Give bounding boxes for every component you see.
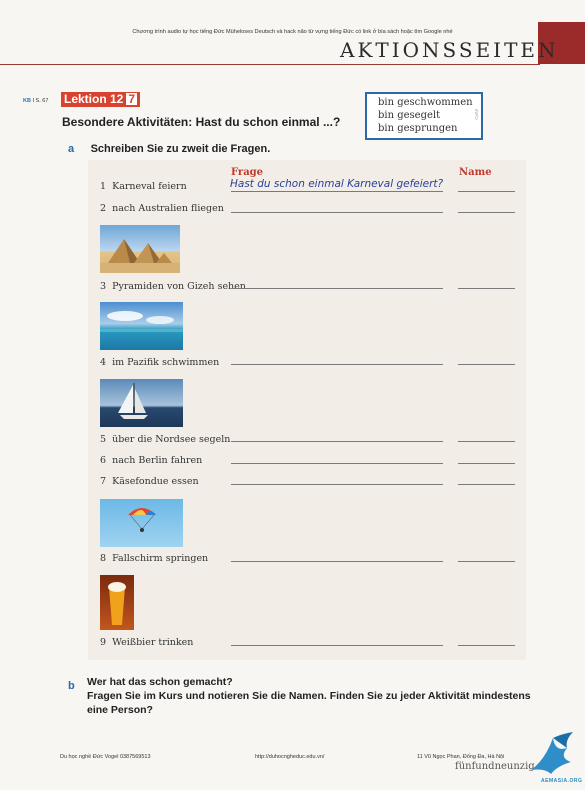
lesson-badge: Lektion 12 7 bbox=[61, 92, 141, 107]
footer-address: 11 Vũ Ngọc Phan, Đống Đa, Hà Nội bbox=[417, 754, 505, 760]
column-name: Name bbox=[459, 167, 492, 178]
lesson-label: Lektion 12 bbox=[64, 92, 124, 106]
frage-line[interactable] bbox=[231, 288, 443, 289]
section-a-instruction: Schreiben Sie zu zweit die Fragen. bbox=[90, 143, 271, 155]
frage-line[interactable] bbox=[231, 364, 443, 365]
section-b-letter: b bbox=[68, 680, 75, 692]
row-label-7: 7 Käsefondue essen bbox=[100, 476, 199, 487]
sailing-photo bbox=[100, 379, 183, 427]
info-side-label: INFO bbox=[474, 109, 479, 120]
section-b-question: Wer hat das schon gemacht? bbox=[87, 676, 233, 688]
column-frage: Frage bbox=[231, 167, 264, 178]
top-note: Chương trình audio tự học tiếng Đức Mühe… bbox=[132, 29, 453, 35]
name-line[interactable] bbox=[458, 288, 515, 289]
page-number-word: fünfundneunzig bbox=[455, 761, 535, 772]
section-b-instruction-1: Fragen Sie im Kurs und notieren Sie die … bbox=[87, 690, 531, 702]
info-box: bin geschwommen bin gesegelt bin gesprun… bbox=[365, 92, 483, 140]
weissbier-photo bbox=[100, 575, 134, 630]
info-line: bin gesegelt bbox=[378, 110, 441, 121]
lesson-number: 7 bbox=[126, 92, 138, 106]
frage-line[interactable] bbox=[231, 463, 443, 464]
section-b: b bbox=[68, 676, 75, 694]
name-line[interactable] bbox=[458, 561, 515, 562]
frage-line[interactable] bbox=[231, 645, 443, 646]
name-line[interactable] bbox=[458, 441, 515, 442]
site-logo-text: AEMASIA.ORG bbox=[541, 778, 583, 784]
row-label-9: 9 Weißbier trinken bbox=[100, 637, 194, 648]
section-b-instruction-2: eine Person? bbox=[87, 704, 153, 716]
pyramids-photo bbox=[100, 225, 180, 273]
pacific-photo bbox=[100, 302, 183, 350]
kb-page: I S. 67 bbox=[32, 98, 49, 104]
info-line: bin geschwommen bbox=[378, 97, 473, 108]
row-label-2: 2 nach Australien fliegen bbox=[100, 203, 224, 214]
row-label-5: 5 über die Nordsee segeln bbox=[100, 434, 231, 445]
row-label-1: 1 Karneval feiern bbox=[100, 181, 187, 192]
name-line[interactable] bbox=[458, 463, 515, 464]
info-line: bin gesprungen bbox=[378, 123, 458, 134]
page-header-title: AKTIONSSEITEN bbox=[340, 38, 559, 62]
example-answer: Hast du schon einmal Karneval gefeiert? bbox=[230, 178, 444, 190]
name-line[interactable] bbox=[458, 484, 515, 485]
section-a-letter: a bbox=[68, 143, 75, 155]
row-label-4: 4 im Pazifik schwimmen bbox=[100, 357, 220, 368]
frage-line[interactable] bbox=[231, 212, 443, 213]
header-divider bbox=[0, 64, 540, 65]
row-label-3: 3 Pyramiden von Gizeh sehen bbox=[100, 281, 246, 292]
frage-line[interactable] bbox=[231, 191, 443, 192]
kursbuch-reference: KB I S. 67 bbox=[23, 98, 48, 104]
row-label-6: 6 nach Berlin fahren bbox=[100, 455, 203, 466]
parasailing-photo bbox=[100, 499, 183, 547]
exercise-title: Besondere Aktivitäten: Hast du schon ein… bbox=[62, 115, 341, 129]
frage-line[interactable] bbox=[231, 484, 443, 485]
footer-link[interactable]: http://duhocngheduc.edu.vn/ bbox=[255, 754, 324, 760]
frage-line[interactable] bbox=[231, 441, 443, 442]
name-line[interactable] bbox=[458, 191, 515, 192]
frage-line[interactable] bbox=[231, 561, 443, 562]
name-line[interactable] bbox=[458, 212, 515, 213]
row-label-8: 8 Fallschirm springen bbox=[100, 553, 209, 564]
name-line[interactable] bbox=[458, 364, 515, 365]
kb-label: KB bbox=[23, 98, 31, 104]
name-line[interactable] bbox=[458, 645, 515, 646]
bird-logo-icon bbox=[527, 730, 577, 776]
footer-left: Du học nghề Đức Vogel 0387569513 bbox=[60, 754, 151, 760]
section-a: a Schreiben Sie zu zweit die Fragen. bbox=[68, 139, 270, 157]
